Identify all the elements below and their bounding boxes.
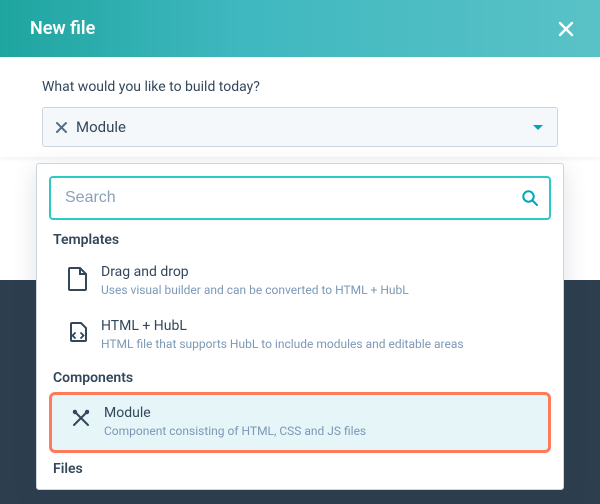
option-label: Module	[104, 405, 540, 421]
modal-body: What would you like to build today? Modu…	[0, 57, 600, 157]
option-label: Drag and drop	[101, 264, 543, 280]
select-value: Module	[76, 118, 531, 136]
option-drag-and-drop[interactable]: Drag and drop Uses visual builder and ca…	[49, 254, 551, 308]
option-label: HTML + HubL	[101, 318, 543, 334]
search-input[interactable]	[49, 176, 551, 220]
option-desc: Component consisting of HTML, CSS and JS…	[104, 423, 540, 439]
option-desc: HTML file that supports HubL to include …	[101, 336, 543, 352]
prompt-text: What would you like to build today?	[42, 79, 558, 95]
dropdown-panel: Templates Drag and drop Uses visual buil…	[36, 163, 564, 490]
group-templates-title: Templates	[53, 232, 551, 248]
close-icon	[556, 19, 576, 39]
search-wrap	[49, 176, 551, 220]
code-file-icon	[63, 318, 93, 344]
x-icon	[55, 121, 68, 134]
option-module[interactable]: Module Component consisting of HTML, CSS…	[49, 392, 551, 452]
tools-icon	[66, 405, 96, 429]
build-type-select[interactable]: Module	[42, 107, 558, 147]
option-html-hubl[interactable]: HTML + HubL HTML file that supports HubL…	[49, 308, 551, 362]
chevron-down-icon	[531, 120, 545, 134]
option-desc: Uses visual builder and can be converted…	[101, 282, 543, 298]
group-files-title: Files	[53, 461, 551, 477]
group-components-title: Components	[53, 370, 551, 386]
file-icon	[63, 264, 93, 292]
modal-title: New file	[30, 18, 95, 39]
clear-selection-button[interactable]	[55, 121, 68, 134]
modal-header: New file	[0, 0, 600, 57]
search-icon	[521, 189, 539, 207]
close-button[interactable]	[556, 19, 576, 39]
